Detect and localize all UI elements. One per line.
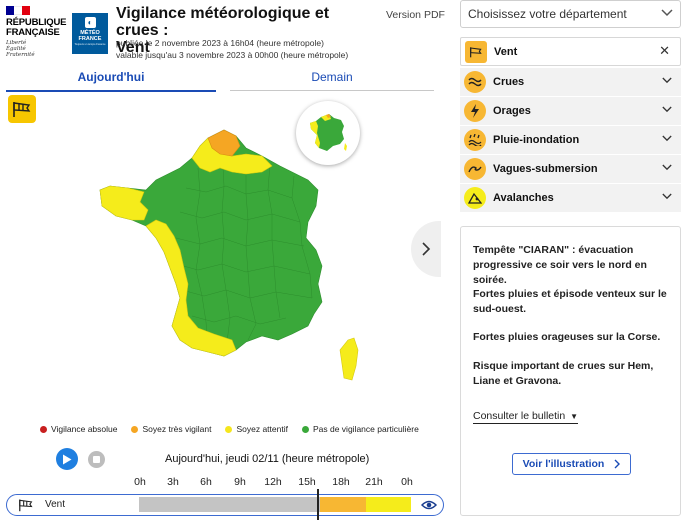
legend-dot-green	[301, 425, 309, 433]
rf-title-line2: FRANÇAISE	[6, 27, 60, 38]
wind-icon	[8, 95, 36, 123]
hazard-label: Crues	[493, 76, 525, 88]
play-icon	[63, 454, 72, 464]
info-paragraph: Risque important de crues sur Hem, Liane…	[473, 360, 654, 387]
close-icon[interactable]: ✕	[659, 43, 670, 59]
hour-tick: 9h	[234, 476, 246, 488]
hazard-item-vagues-submersion[interactable]: Vagues-submersion	[460, 155, 681, 184]
tab-today[interactable]: Aujourd'hui	[6, 70, 216, 92]
legend-item-red: Vigilance absolue	[40, 424, 117, 434]
stop-icon	[93, 456, 100, 463]
wind-icon	[465, 40, 487, 63]
timeline-segment	[365, 497, 411, 512]
timeline-row-label: Vent	[45, 499, 66, 510]
vigilance-info-panel: Tempête "CIARAN" : évacuation progressiv…	[460, 226, 681, 516]
legend-item-yellow: Soyez attentif	[225, 424, 288, 434]
france-vigilance-map[interactable]	[96, 128, 364, 390]
tab-tomorrow[interactable]: Demain	[230, 70, 434, 91]
hour-tick: 0h	[401, 476, 413, 488]
rain-flood-icon	[464, 129, 486, 151]
timeline-bar[interactable]	[139, 497, 411, 512]
republique-francaise-logo: RÉPUBLIQUE FRANÇAISE Liberté Égalité Fra…	[6, 6, 68, 62]
flood-wave-icon	[464, 71, 486, 93]
meteo-france-logo[interactable]: ◐ MÉTÉO FRANCE Toujours un temps d'avanc…	[72, 13, 108, 54]
department-select-placeholder: Choisissez votre département	[468, 7, 627, 21]
department-select[interactable]: Choisissez votre département	[460, 0, 681, 28]
legend-item-green: Pas de vigilance particulière	[301, 424, 419, 434]
timeline-segment	[139, 497, 321, 512]
chevron-right-icon	[614, 459, 621, 469]
stop-button[interactable]	[88, 451, 105, 468]
play-button[interactable]	[56, 448, 78, 470]
wave-submersion-icon	[464, 158, 486, 180]
mf-slogan: Toujours un temps d'avance	[74, 43, 106, 46]
hour-tick: 21h	[365, 476, 383, 488]
chevron-down-icon	[662, 193, 672, 200]
vigilance-legend: Vigilance absolue Soyez très vigilant So…	[40, 424, 419, 434]
eye-icon[interactable]	[421, 498, 437, 512]
chevron-down-icon	[662, 164, 672, 171]
page-title-line1: Vigilance météorologique et crues :	[116, 5, 330, 39]
hazard-item-orages[interactable]: Orages	[460, 97, 681, 126]
chevron-down-icon	[661, 9, 673, 17]
lightning-icon	[464, 100, 486, 122]
timeline-segment	[320, 497, 366, 512]
chevron-down-icon	[662, 135, 672, 142]
hour-tick: 0h	[134, 476, 146, 488]
hour-tick: 3h	[167, 476, 179, 488]
chevron-down-icon	[662, 77, 672, 84]
legend-dot-yellow	[225, 425, 233, 433]
timeline-cursor[interactable]	[317, 489, 319, 520]
rf-motto: Liberté Égalité Fraternité	[6, 40, 35, 58]
caret-down-icon: ▼	[570, 412, 579, 421]
legend-dot-red	[40, 425, 47, 433]
hour-tick: 18h	[332, 476, 350, 488]
info-paragraph: Fortes pluies orageuses sur la Corse.	[473, 331, 661, 343]
legend-dot-orange	[131, 425, 139, 433]
chevron-down-icon	[662, 106, 672, 113]
hazard-item-avalanches[interactable]: Avalanches	[460, 184, 681, 213]
hazard-item-pluie-inondation[interactable]: Pluie-inondation	[460, 126, 681, 155]
info-paragraph: Fortes pluies et épisode venteux sur le …	[473, 288, 667, 315]
hazard-label: Vagues-submersion	[493, 163, 598, 175]
mf-name-line2: FRANCE	[78, 36, 102, 42]
legend-item-orange: Soyez très vigilant	[131, 424, 211, 434]
chevron-right-icon	[422, 242, 431, 256]
info-paragraph: Tempête "CIARAN" : évacuation progressiv…	[473, 244, 647, 286]
timeline-row-wind[interactable]: Vent	[6, 489, 444, 520]
hazard-label: Avalanches	[493, 192, 554, 204]
hour-tick: 12h	[264, 476, 282, 488]
valid-until-date: valable jusqu'au 3 novembre 2023 à 00h00…	[116, 50, 349, 60]
timeline-date: Aujourd'hui, jeudi 02/11 (heure métropol…	[165, 453, 370, 465]
hazard-label: Orages	[493, 105, 531, 117]
consult-bulletin-dropdown[interactable]: Consulter le bulletin ▼	[473, 410, 579, 424]
avalanche-icon	[464, 187, 486, 209]
map-region-yellow-west[interactable]	[99, 185, 149, 221]
hour-tick: 6h	[200, 476, 212, 488]
version-pdf-link[interactable]: Version PDF	[386, 9, 445, 21]
published-date: publiée le 2 novembre 2023 à 16h04 (heur…	[116, 38, 324, 48]
hour-tick: 15h	[298, 476, 316, 488]
page-title: Vigilance météorologique et crues : Vent	[116, 5, 366, 56]
hazard-item-vent[interactable]: Vent ✕	[460, 37, 681, 66]
next-map-button[interactable]	[411, 221, 441, 277]
hazard-list: Vent ✕ Crues Orages Pluie-inondation Vag…	[460, 37, 681, 213]
meteo-france-mark-icon: ◐	[84, 17, 96, 28]
map-region-corsica[interactable]	[339, 337, 359, 381]
wind-icon	[19, 499, 33, 512]
timeline-hours: 0h 3h 6h 9h 12h 15h 18h 21h 0h	[122, 476, 422, 488]
hazard-item-crues[interactable]: Crues	[460, 68, 681, 97]
view-illustration-button[interactable]: Voir l'illustration	[512, 453, 631, 475]
hazard-label: Pluie-inondation	[493, 134, 580, 146]
hazard-label: Vent	[494, 45, 518, 58]
french-flag-icon	[6, 6, 30, 15]
